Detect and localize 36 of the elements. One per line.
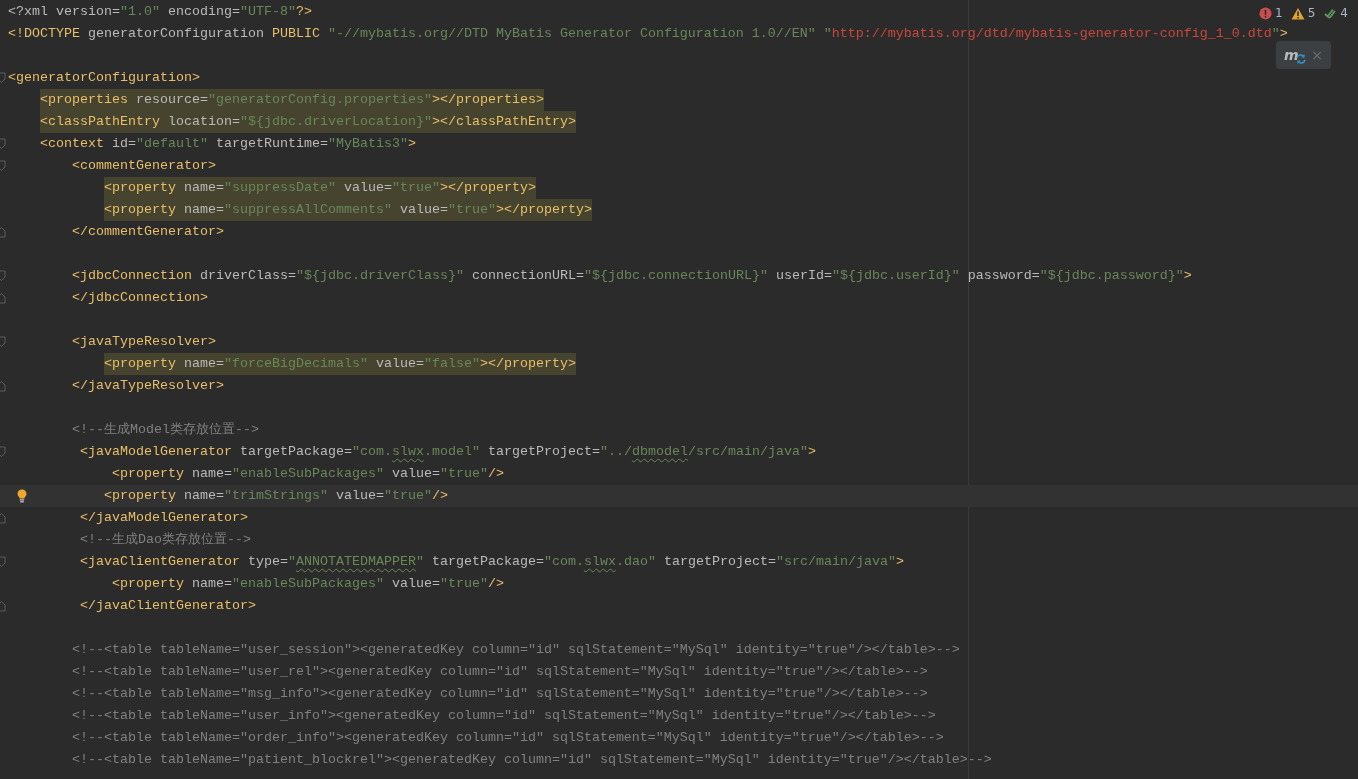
code-line: <!--生成Dao类存放位置-->	[80, 531, 251, 549]
code-line: </javaClientGenerator>	[80, 597, 256, 615]
code-line: <!--<table tableName="order_info"><generatedKey column="id" sqlStatement="MySql" identity="true"/></table>-->	[72, 729, 944, 747]
inspection-count: 4	[1340, 6, 1348, 20]
inspection-widget[interactable]: 1	[1259, 6, 1283, 20]
code-line: </jdbcConnection>	[72, 289, 208, 307]
error-icon	[1259, 6, 1273, 20]
code-line: <!--<table tableName="patient_blockrel"><generatedKey column="id" sqlStatement="MySql" identity="true"/></table>-->	[72, 751, 992, 769]
code-line: </javaModelGenerator>	[80, 509, 248, 527]
code-line: <!--<table tableName="user_rel"><generatedKey column="id" sqlStatement="MySql" identity="true"/></table>-->	[72, 663, 928, 681]
code-line: <commentGenerator>	[72, 157, 216, 175]
code-line: <?xml version="1.0" encoding="UTF-8"?>	[8, 3, 312, 21]
inspection-count: 5	[1307, 6, 1316, 20]
code-line: <javaClientGenerator type="ANNOTATEDMAPPER" targetPackage="com.slwx.dao" targetProject="src/main/java">	[80, 553, 904, 571]
inspection-widget[interactable]: 5	[1290, 6, 1316, 20]
code-line: <!--<table tableName="user_session"><generatedKey column="id" sqlStatement="MySql" identity="true"/></table>-->	[72, 641, 960, 659]
code-line: <!--<table tableName="msg_info"><generatedKey column="id" sqlStatement="MySql" identity="true"/></table>-->	[72, 685, 928, 703]
code-line: <generatorConfiguration>	[8, 69, 200, 87]
code-line: <javaTypeResolver>	[72, 333, 216, 351]
code-line: <javaModelGenerator targetPackage="com.slwx.model" targetProject="../dbmodel/src/main/java">	[80, 443, 816, 461]
code-line: <property name="enableSubPackages" value="true"/>	[112, 575, 504, 593]
code-line: </javaTypeResolver>	[72, 377, 224, 395]
inspection-count: 1	[1275, 6, 1283, 20]
code-line: <property name="enableSubPackages" value="true"/>	[112, 465, 504, 483]
code-line: <property name="trimStrings" value="true"/>	[104, 487, 448, 505]
inspection-widget[interactable]: 4	[1323, 6, 1348, 20]
code-line: <!DOCTYPE generatorConfiguration PUBLIC "-//mybatis.org//DTD MyBatis Generator Configuration 1.0//EN" "http://mybatis.org/dtd/mybatis-generator-config_1_0.dtd">	[8, 25, 1288, 43]
reload-button[interactable]: m	[1284, 48, 1307, 62]
lightbulb-icon[interactable]	[16, 488, 28, 503]
code-line: <context id="default" targetRuntime="MyBatis3">	[40, 135, 416, 153]
warning-icon	[1290, 6, 1305, 20]
double-check-icon	[1323, 6, 1338, 20]
code-line: <jdbcConnection driverClass="${jdbc.driverClass}" connectionURL="${jdbc.connectionURL}" userId="${jdbc.userId}" password="${jdbc.password}">	[72, 267, 1192, 285]
code-line: <!--<table tableName="user_info"><generatedKey column="id" sqlStatement="MySql" identity="true"/></table>-->	[72, 707, 936, 725]
code-line: <!--生成Model类存放位置-->	[72, 421, 259, 439]
code-line: </commentGenerator>	[72, 223, 224, 241]
